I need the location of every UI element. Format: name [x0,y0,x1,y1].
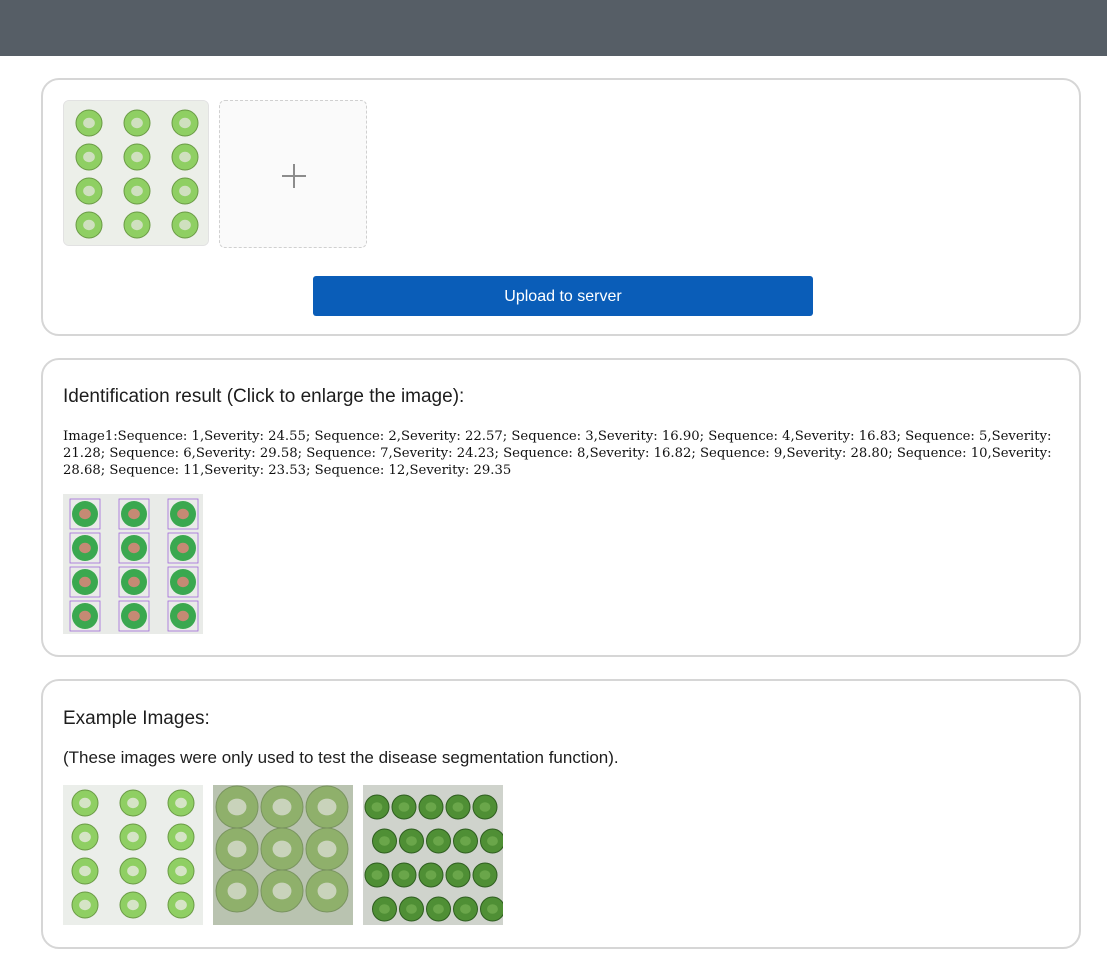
lesion-spot [79,899,91,911]
lesion-spot [179,219,191,231]
lesion-spot [79,865,91,877]
example-image-3[interactable] [363,785,503,925]
lesion-spot [79,542,91,554]
lesion-spot [175,797,187,809]
lesion-spot [79,831,91,843]
lesion-spot [175,899,187,911]
lesion-spot [379,904,390,914]
lesion-spot [175,831,187,843]
lesion-spot [406,904,417,914]
lesion-spot [272,882,292,900]
lesion-spot [379,836,390,846]
leaf-disc-photo-icon [213,785,353,925]
lesion-spot [127,831,139,843]
plus-icon [282,164,306,188]
lesion-spot [227,882,247,900]
lesion-spot [131,117,143,129]
lesion-spot [127,865,139,877]
uploaded-image-thumbnail[interactable] [63,100,209,246]
lesion-spot [460,904,471,914]
lesion-spot [83,151,95,163]
lesion-spot [371,802,383,812]
lesion-spot [131,151,143,163]
lesion-spot [452,802,464,812]
leaf-disc-photo-icon [64,101,208,245]
example-image-1[interactable] [63,785,203,925]
lesion-spot [479,802,491,812]
lesion-spot [433,904,444,914]
severity-result-text: Image1:Sequence: 1,Severity: 24.55; Sequ… [63,429,1052,478]
lesion-spot [79,576,91,588]
lesion-spot [179,151,191,163]
identification-result-panel: Identification result (Click to enlarge … [41,358,1081,657]
lesion-spot [83,117,95,129]
lesion-spot [179,185,191,197]
lesion-spot [79,610,91,622]
lesion-spot [128,576,140,588]
lesion-spot [83,219,95,231]
lesion-spot [131,219,143,231]
lesion-spot [177,508,189,520]
example-image-2[interactable] [213,785,353,925]
examples-note: (These images were only used to test the… [63,748,619,767]
lesion-spot [79,797,91,809]
top-bar [0,0,1107,56]
segmented-leaf-image-icon [63,494,203,634]
lesion-spot [487,836,498,846]
lesion-spot [179,117,191,129]
upload-to-server-button[interactable]: Upload to server [313,276,813,316]
lesion-spot [128,542,140,554]
example-images-panel: Example Images: (These images were only … [41,679,1081,949]
lesion-spot [177,542,189,554]
result-image-thumbnail[interactable] [63,494,203,634]
upload-panel: Upload to server [41,78,1081,336]
lesion-spot [317,882,337,900]
lesion-spot [177,610,189,622]
lesion-spot [128,610,140,622]
lesion-spot [487,904,498,914]
lesion-spot [406,836,417,846]
lesion-spot [272,840,292,858]
result-heading: Identification result (Click to enlarge … [63,386,465,407]
lesion-spot [127,899,139,911]
add-image-button[interactable] [219,100,367,248]
lesion-spot [398,802,410,812]
lesion-spot [131,185,143,197]
lesion-spot [175,865,187,877]
examples-heading: Example Images: [63,708,210,729]
lesion-spot [127,797,139,809]
lesion-spot [479,870,491,880]
lesion-spot [227,798,247,816]
leaf-disc-photo-icon [63,785,203,925]
lesion-spot [398,870,410,880]
lesion-spot [317,798,337,816]
lesion-spot [452,870,464,880]
leaf-disc-photo-icon [363,785,503,925]
lesion-spot [425,802,437,812]
lesion-spot [317,840,337,858]
lesion-spot [425,870,437,880]
lesion-spot [177,576,189,588]
lesion-spot [227,840,247,858]
lesion-spot [83,185,95,197]
lesion-spot [79,508,91,520]
lesion-spot [371,870,383,880]
lesion-spot [460,836,471,846]
lesion-spot [272,798,292,816]
lesion-spot [433,836,444,846]
lesion-spot [128,508,140,520]
